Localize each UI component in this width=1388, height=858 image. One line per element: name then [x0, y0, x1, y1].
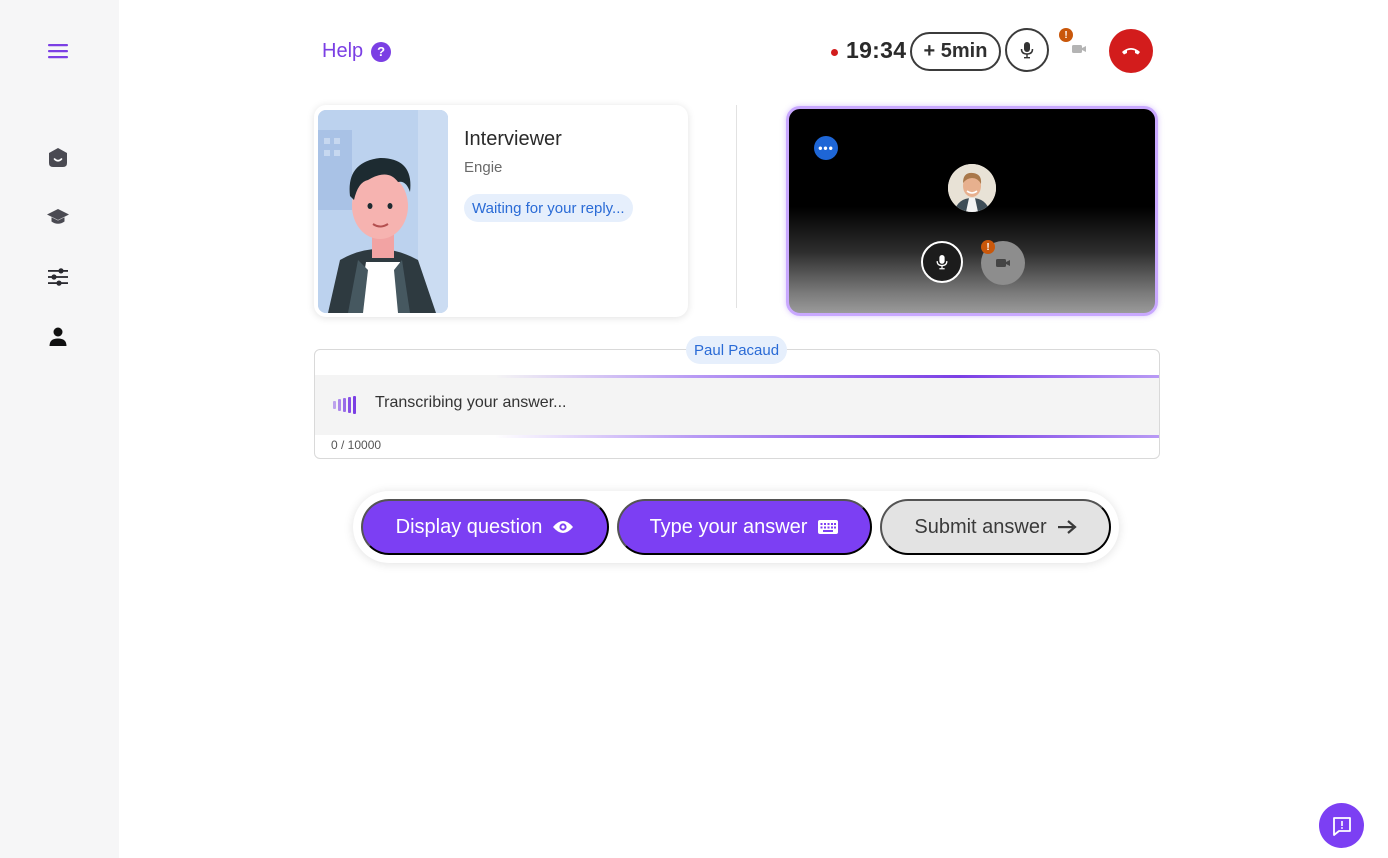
sidebar	[0, 0, 119, 858]
camera-warning-icon: !	[1059, 28, 1073, 42]
submit-answer-button[interactable]: Submit answer	[880, 499, 1111, 555]
type-answer-label: Type your answer	[649, 515, 808, 538]
sidebar-item-profile[interactable]	[38, 317, 78, 357]
type-answer-button[interactable]: Type your answer	[617, 499, 872, 555]
interviewer-avatar	[318, 110, 448, 313]
transcript-area: Transcribing your answer...	[315, 375, 1159, 438]
character-counter: 0 / 10000	[331, 438, 382, 452]
feedback-button[interactable]	[1319, 803, 1364, 848]
video-microphone-toggle[interactable]	[921, 241, 963, 283]
microphone-icon	[1020, 42, 1034, 59]
self-avatar	[948, 164, 996, 212]
interviewer-company: Engie	[464, 159, 503, 176]
submit-answer-label: Submit answer	[914, 515, 1047, 538]
progress-line	[495, 435, 1159, 438]
interviewer-card: Interviewer Engie Waiting for your reply…	[314, 105, 688, 317]
interviewer-status-badge: Waiting for your reply...	[464, 194, 633, 222]
sidebar-item-home[interactable]	[38, 138, 78, 178]
video-camera-toggle[interactable]: !	[981, 240, 1025, 285]
display-question-button[interactable]: Display question	[361, 499, 609, 555]
end-call-button[interactable]	[1109, 29, 1153, 73]
audio-wave-icon	[333, 396, 356, 414]
help-label: Help	[322, 40, 364, 62]
self-video-panel: ••• !	[786, 106, 1158, 316]
divider	[736, 105, 737, 308]
home-icon	[49, 148, 67, 167]
graduation-cap-icon	[47, 209, 69, 224]
sliders-icon	[48, 268, 68, 286]
progress-line	[495, 375, 1159, 378]
add-time-button[interactable]: + 5min	[910, 32, 1001, 71]
interviewer-title: Interviewer	[464, 128, 562, 150]
camera-icon	[996, 259, 1010, 267]
interview-timer: 19:34	[846, 37, 907, 63]
microphone-icon	[936, 255, 948, 270]
speaker-badge: Paul Pacaud	[686, 336, 788, 364]
camera-toggle[interactable]: !	[1059, 28, 1094, 64]
more-options-icon[interactable]: •••	[814, 136, 838, 160]
camera-icon	[1072, 45, 1086, 53]
display-question-label: Display question	[395, 515, 543, 538]
recording-indicator	[831, 49, 838, 56]
interview-app: Help ? 19:34 + 5min ! Interviewer Engie …	[0, 0, 1388, 858]
sidebar-item-learning[interactable]	[38, 197, 78, 237]
action-bar: Display question Type your answer Submit…	[353, 491, 1119, 563]
camera-warning-icon: !	[981, 240, 995, 254]
phone-hangup-icon	[1122, 48, 1140, 55]
user-icon	[49, 327, 67, 346]
feedback-icon	[1332, 816, 1351, 836]
transcript-box: Transcribing your answer... 0 / 10000	[314, 349, 1160, 459]
help-link[interactable]: Help ?	[322, 40, 392, 63]
question-icon: ?	[371, 41, 392, 62]
menu-icon[interactable]	[38, 31, 78, 71]
arrow-right-icon	[1057, 520, 1077, 534]
keyboard-icon	[818, 520, 839, 534]
sidebar-item-settings[interactable]	[38, 257, 78, 297]
eye-icon	[553, 521, 574, 533]
microphone-toggle[interactable]	[1005, 28, 1049, 72]
transcript-status: Transcribing your answer...	[375, 394, 567, 411]
